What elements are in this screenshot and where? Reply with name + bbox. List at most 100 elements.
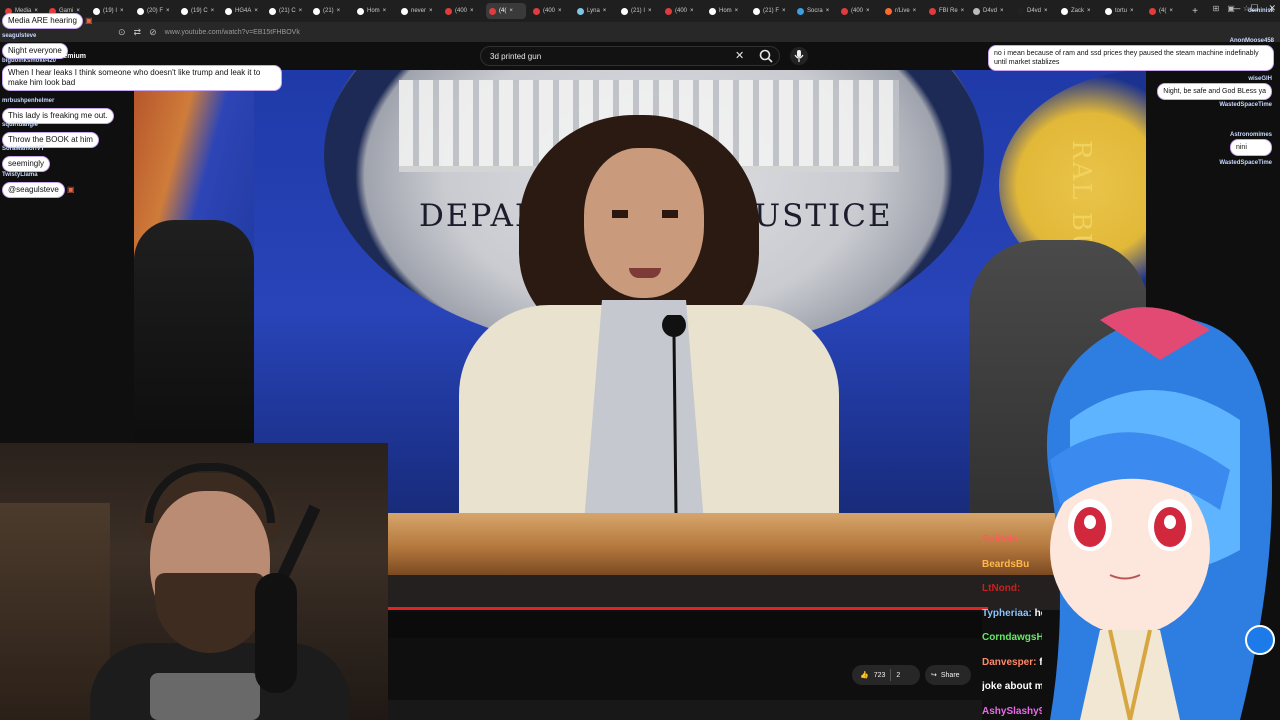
site-info-icon[interactable]: ⊙ <box>118 27 126 38</box>
new-tab-icon[interactable]: + <box>1188 6 1202 17</box>
chat-message: SoraMamoriVT seemingly <box>2 146 51 172</box>
tab-label: (400 <box>675 8 688 14</box>
chat-username: SoraMamoriVT <box>2 146 45 152</box>
browser-tab[interactable]: FBI Re × <box>926 3 966 19</box>
headphones <box>145 463 275 523</box>
streamer-webcam <box>0 443 388 720</box>
tab-close-icon[interactable]: × <box>211 8 215 14</box>
browser-tab[interactable]: (400 × <box>662 3 702 19</box>
share-button[interactable]: ↪ Share <box>925 665 971 685</box>
browser-tab[interactable]: Zack × <box>1058 3 1098 19</box>
dislike-count[interactable]: 2 <box>896 672 900 679</box>
browser-tab[interactable]: (19) I × <box>90 3 130 19</box>
right-chat-top-user: deminisk <box>1248 8 1274 15</box>
live-chat-line: Danvesper: for <box>982 651 1042 676</box>
browser-tab[interactable]: Lyna × <box>574 3 614 19</box>
browser-tab[interactable]: (21) C × <box>266 3 306 19</box>
browser-tab[interactable]: (21) F × <box>750 3 790 19</box>
live-chat-line: LtNond: <box>982 577 1042 602</box>
tab-close-icon[interactable]: × <box>735 8 739 14</box>
browser-tab[interactable]: (400 × <box>838 3 878 19</box>
browser-tab[interactable]: Hom × <box>706 3 746 19</box>
tab-favicon-icon <box>181 7 188 15</box>
tab-favicon-icon <box>137 7 144 15</box>
translate-icon[interactable]: ⊞ <box>1213 4 1220 13</box>
tab-close-icon[interactable]: × <box>558 8 562 14</box>
tab-close-icon[interactable]: × <box>690 8 694 14</box>
browser-tab[interactable]: tortu × <box>1102 3 1142 19</box>
voice-search-button[interactable] <box>790 47 808 65</box>
browser-tab[interactable]: (21) × <box>310 3 350 19</box>
tab-favicon-icon <box>577 7 584 15</box>
chat-username: squirtdangle <box>2 122 39 128</box>
search-icon[interactable] <box>758 48 774 64</box>
tab-close-icon[interactable]: × <box>603 8 607 14</box>
tab-favicon-icon <box>313 7 320 15</box>
tab-close-icon[interactable]: × <box>782 8 786 14</box>
browser-tab[interactable]: Hom × <box>354 3 394 19</box>
tab-close-icon[interactable]: × <box>1130 8 1134 14</box>
address-input[interactable]: www.youtube.com/watch?v=EB15tFHBOVk <box>165 29 300 36</box>
tab-favicon-icon <box>489 7 496 15</box>
browser-tab[interactable]: Socra × <box>794 3 834 19</box>
tab-close-icon[interactable]: × <box>383 8 387 14</box>
tab-label: r/Live <box>895 8 910 14</box>
browser-tab[interactable]: (21) I × <box>618 3 658 19</box>
live-chat-line: Politele <box>982 528 1042 553</box>
tab-close-icon[interactable]: × <box>1087 8 1091 14</box>
tab-favicon-icon <box>1105 7 1112 15</box>
tab-close-icon[interactable]: × <box>826 8 830 14</box>
browser-tab[interactable]: (400 × <box>530 3 570 19</box>
clear-search-icon[interactable]: ✕ <box>735 49 744 62</box>
chat-message-text: @seagulsteve <box>2 182 65 198</box>
like-dislike-pill[interactable]: 👍 723 2 <box>852 665 920 685</box>
speaker-eyes <box>612 210 678 218</box>
share-icon: ↪ <box>931 672 937 679</box>
browser-tab[interactable]: never × <box>398 3 438 19</box>
tab-close-icon[interactable]: × <box>429 8 433 14</box>
tab-close-icon[interactable]: × <box>1169 8 1173 14</box>
tab-favicon-icon <box>445 7 452 15</box>
browser-tab[interactable]: (4(× <box>486 3 526 19</box>
browser-tab[interactable]: HG4A × <box>222 3 262 19</box>
tab-close-icon[interactable]: × <box>961 8 965 14</box>
browser-tab[interactable]: r/Live × <box>882 3 922 19</box>
live-chat-text: he wants your <box>1034 607 1042 619</box>
tab-close-icon[interactable]: × <box>470 8 474 14</box>
cast-icon[interactable]: ▣ <box>1227 4 1235 13</box>
tab-label: D4vd <box>1027 8 1042 14</box>
tab-label: (400 <box>851 8 864 14</box>
live-chat-line: BeardsBu <box>982 553 1042 578</box>
chat-message: Media ARE hearing ▣ <box>2 10 93 29</box>
tab-close-icon[interactable]: × <box>120 8 124 14</box>
live-chat-username: Typheriaa: <box>982 607 1032 619</box>
tab-close-icon[interactable]: × <box>254 8 258 14</box>
tab-close-icon[interactable]: × <box>509 8 513 14</box>
tab-close-icon[interactable]: × <box>1000 8 1004 14</box>
tab-label: (21) F <box>763 8 780 14</box>
browser-tab[interactable]: (4(× <box>1146 3 1186 19</box>
tab-label: Zack <box>1071 8 1085 14</box>
video-progress-bar[interactable] <box>388 607 988 610</box>
like-icon[interactable]: 👍 <box>860 671 869 679</box>
tune-icon[interactable]: ⇄ <box>134 27 142 38</box>
extension-icons: ⊞ ▣ ☆ <box>1213 4 1250 13</box>
tab-close-icon[interactable]: × <box>866 8 870 14</box>
chat-username: TwistyLlama <box>2 172 38 178</box>
browser-tab[interactable]: D4vd × <box>970 3 1010 19</box>
browser-tab[interactable]: (400 × <box>442 3 482 19</box>
chat-message-text: Media ARE hearing <box>2 13 83 29</box>
camera-blocked-icon[interactable]: ⊘ <box>149 27 157 38</box>
tab-close-icon[interactable]: × <box>337 8 341 14</box>
tab-close-icon[interactable]: × <box>299 8 303 14</box>
browser-tab[interactable]: (19) C × <box>178 3 218 19</box>
browser-tab[interactable]: (20) F × <box>134 3 174 19</box>
player-track <box>388 612 982 638</box>
live-chat-text: joke about m <box>982 681 1042 692</box>
tab-close-icon[interactable]: × <box>166 8 170 14</box>
like-divider <box>890 669 892 681</box>
browser-tab[interactable]: D4vd × <box>1014 3 1054 19</box>
tab-close-icon[interactable]: × <box>1044 8 1048 14</box>
tab-close-icon[interactable]: × <box>648 8 652 14</box>
tab-close-icon[interactable]: × <box>913 8 917 14</box>
